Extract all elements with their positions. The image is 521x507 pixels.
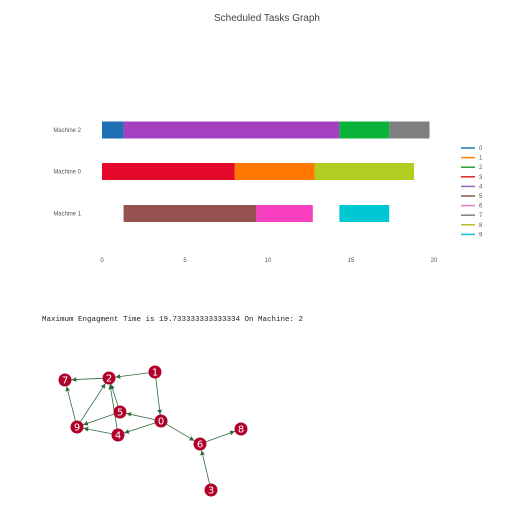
graph-node-label: 8: [238, 425, 244, 436]
x-tick-label: 0: [100, 258, 104, 264]
task-bar: [339, 205, 390, 222]
legend-label: 5: [479, 194, 483, 200]
task-bar: [123, 121, 340, 139]
graph-edge: [83, 426, 112, 435]
legend-label: 3: [479, 175, 483, 181]
graph-edge: [80, 383, 106, 422]
legend-label: 6: [479, 204, 483, 210]
graph-edge: [126, 412, 155, 420]
task-dependency-graph: 0 1 2 3 4 5 6 7 8 9: [58, 365, 248, 497]
graph-node-label: 0: [158, 417, 164, 428]
graph-nodes: 0 1 2 3 4 5 6 7 8 9: [58, 365, 248, 497]
chart-title: Scheduled Tasks Graph: [214, 13, 320, 24]
graph-edges: [65, 372, 236, 484]
graph-edge: [65, 386, 76, 421]
machine-label: Machine 0: [53, 170, 81, 176]
graph-node-label: 9: [74, 423, 80, 434]
x-tick-label: 15: [348, 258, 355, 264]
graph-edge: [83, 413, 114, 426]
x-tick-label: 20: [431, 258, 438, 264]
graph-edge: [166, 423, 195, 442]
graph-edge: [71, 377, 103, 382]
legend-label: 2: [479, 165, 483, 171]
gantt-chart: Scheduled Tasks Graph Machine 1 Machine 0…: [53, 13, 483, 264]
machine-label: Machine 2: [53, 128, 81, 134]
graph-edge: [124, 422, 155, 434]
machine-label: Machine 1: [53, 212, 81, 218]
x-axis-ticks: 0 5 10 15 20: [100, 258, 438, 264]
task-bar: [102, 163, 235, 180]
machine-labels: Machine 1 Machine 0 Machine 2: [53, 128, 81, 218]
task-bar: [389, 121, 430, 139]
graph-edge: [155, 378, 163, 415]
graph-node-label: 6: [197, 440, 203, 451]
graph-edge: [115, 372, 149, 379]
graph-node-label: 3: [208, 486, 214, 497]
task-bar: [102, 121, 124, 139]
legend-label: 8: [479, 223, 483, 229]
graph-edge: [200, 450, 210, 484]
graph-node-label: 2: [106, 374, 112, 385]
max-engagement-caption: Maximum Engagment Time is 19.73333333333…: [42, 316, 304, 324]
task-bar: [234, 163, 315, 180]
legend-label: 4: [479, 184, 483, 190]
x-tick-label: 5: [183, 258, 187, 264]
task-bar: [339, 121, 390, 139]
graph-node-label: 5: [117, 408, 123, 419]
graph-node-label: 4: [115, 431, 121, 442]
legend-label: 1: [479, 156, 483, 162]
task-bar: [314, 163, 415, 180]
legend: 0 1 2 3 4 5 6 7 8 9: [461, 146, 483, 238]
graph-node-label: 1: [152, 368, 158, 379]
legend-label: 9: [479, 232, 483, 238]
x-tick-label: 10: [265, 258, 272, 264]
graph-edge: [205, 430, 236, 443]
legend-label: 7: [479, 213, 483, 219]
task-bar: [123, 205, 257, 222]
legend-label: 0: [479, 146, 483, 152]
graph-node-label: 7: [62, 376, 68, 387]
gantt-bars: [102, 121, 430, 222]
task-bar: [256, 205, 313, 222]
